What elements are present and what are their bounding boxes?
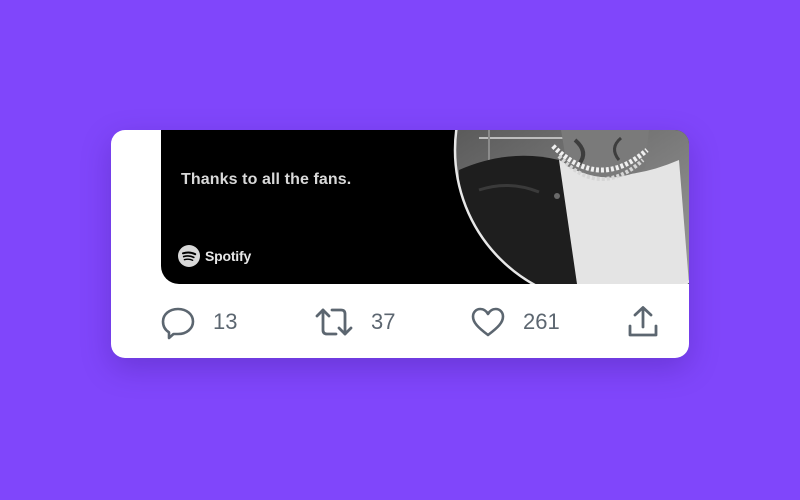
reply-count: 13 xyxy=(213,309,238,334)
artist-portrait-photo xyxy=(453,130,689,284)
brand-name: Spotify xyxy=(205,248,252,264)
media-caption: Thanks to all the fans. xyxy=(181,171,352,188)
tweet-actions: 13 37 261 xyxy=(111,302,689,342)
like-button[interactable]: 261 xyxy=(470,302,560,342)
reply-icon xyxy=(161,307,195,340)
share-icon xyxy=(628,306,658,337)
retweet-button[interactable]: 37 xyxy=(314,302,395,342)
tweet-media-card[interactable]: Thanks to all the fans. Spotify xyxy=(161,130,689,284)
retweet-count: 37 xyxy=(371,309,396,334)
share-button[interactable] xyxy=(627,302,659,342)
heart-icon xyxy=(471,307,505,337)
like-count: 261 xyxy=(523,309,560,334)
spotify-brand: Spotify xyxy=(178,245,251,267)
retweet-icon xyxy=(315,308,353,336)
spotify-logo-icon xyxy=(178,245,200,267)
reply-button[interactable]: 13 xyxy=(160,302,237,342)
tweet-card: Thanks to all the fans. Spotify 13 37 26… xyxy=(111,130,689,358)
